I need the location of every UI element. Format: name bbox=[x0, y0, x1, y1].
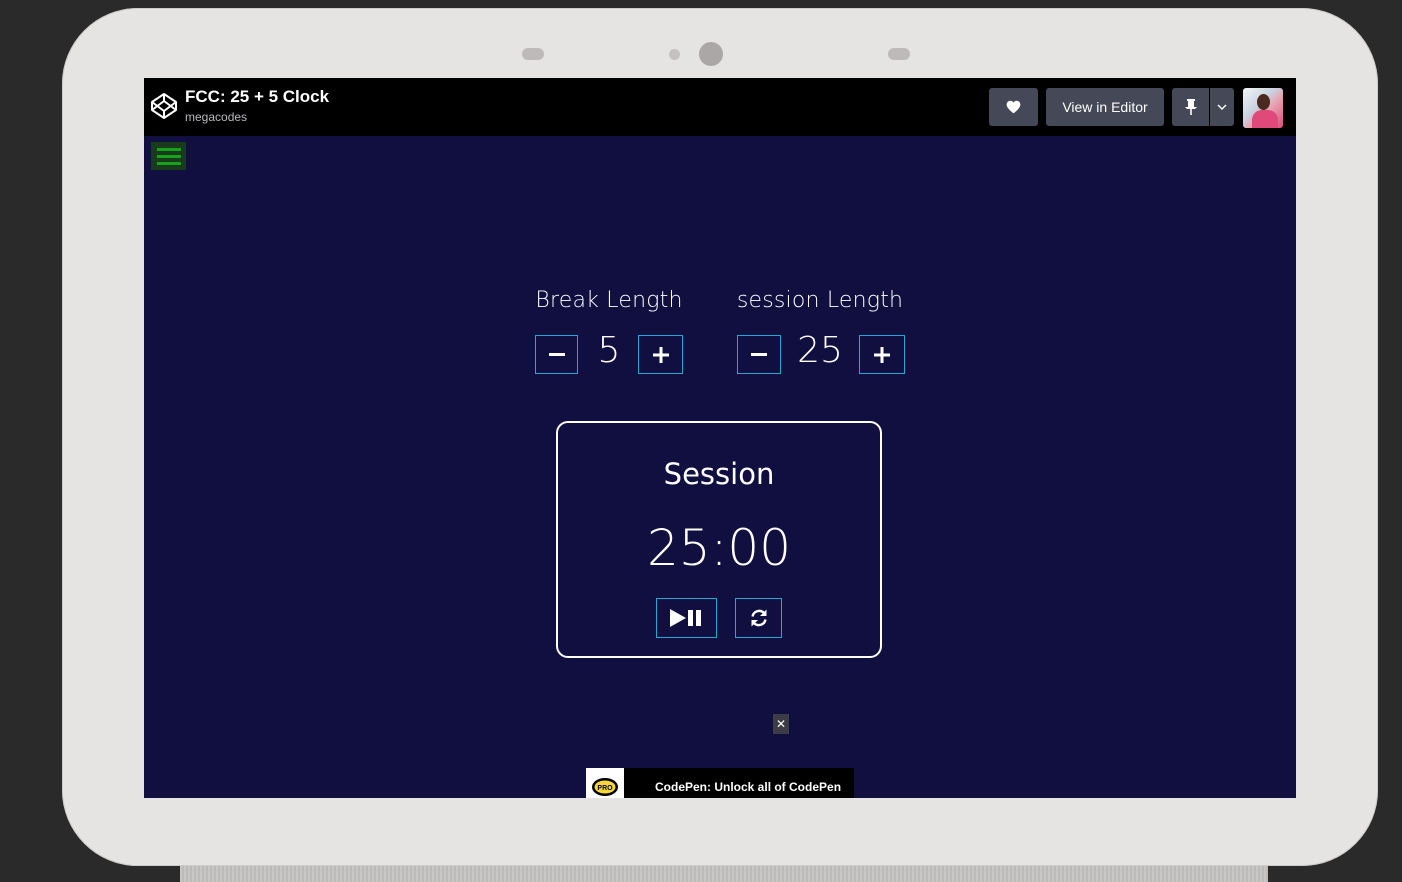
break-length-value: 5 bbox=[597, 330, 621, 371]
plus-icon bbox=[874, 346, 890, 363]
pro-badge-icon: PRO bbox=[586, 768, 624, 798]
codepen-logo-icon[interactable] bbox=[150, 92, 178, 120]
heart-icon bbox=[1006, 100, 1021, 114]
pin-dropdown-button[interactable] bbox=[1210, 88, 1234, 126]
pen-title: FCC: 25 + 5 Clock bbox=[185, 87, 330, 106]
promo-text[interactable]: CodePen: Unlock all of CodePen bbox=[655, 780, 841, 794]
pin-icon bbox=[1184, 99, 1197, 115]
device-stand bbox=[180, 866, 1268, 882]
break-decrement-button[interactable] bbox=[535, 335, 578, 374]
pin-button[interactable] bbox=[1172, 88, 1209, 126]
hamburger-menu-icon[interactable] bbox=[151, 142, 186, 170]
refresh-icon bbox=[750, 609, 767, 627]
speaker-right bbox=[888, 48, 910, 60]
reset-button[interactable] bbox=[735, 598, 782, 638]
play-pause-icon bbox=[669, 609, 701, 627]
view-in-editor-button[interactable]: View in Editor bbox=[1046, 88, 1164, 126]
tablet-frame: FCC: 25 + 5 Clock megacodes View in Edit… bbox=[62, 8, 1378, 866]
break-increment-button[interactable] bbox=[638, 335, 683, 374]
codepen-pro-banner[interactable]: PRO CodePen: Unlock all of CodePen bbox=[586, 768, 854, 798]
time-left: 25:00 bbox=[646, 519, 792, 577]
camera bbox=[699, 42, 723, 66]
codepen-topbar: FCC: 25 + 5 Clock megacodes View in Edit… bbox=[144, 78, 1296, 136]
chevron-down-icon bbox=[1217, 104, 1227, 110]
speaker-left bbox=[522, 48, 544, 60]
light-sensor bbox=[669, 49, 680, 60]
timer-label: Session bbox=[663, 457, 775, 491]
promo-close-button[interactable]: ✕ bbox=[773, 714, 789, 734]
session-decrement-button[interactable] bbox=[737, 335, 781, 374]
plus-icon bbox=[652, 346, 669, 363]
break-label: Break Length bbox=[535, 288, 683, 313]
start-stop-button[interactable] bbox=[656, 598, 717, 638]
pen-author[interactable]: megacodes bbox=[185, 110, 247, 124]
screen: FCC: 25 + 5 Clock megacodes View in Edit… bbox=[144, 78, 1296, 798]
minus-icon bbox=[751, 352, 767, 356]
like-button[interactable] bbox=[989, 88, 1038, 126]
session-length-value: 25 bbox=[797, 330, 843, 371]
timer-panel: Session 25:00 bbox=[556, 421, 882, 658]
user-avatar[interactable] bbox=[1243, 88, 1283, 128]
session-label: session Length bbox=[736, 288, 904, 313]
svg-text:PRO: PRO bbox=[597, 785, 613, 792]
minus-icon bbox=[548, 352, 565, 356]
session-increment-button[interactable] bbox=[859, 335, 905, 374]
